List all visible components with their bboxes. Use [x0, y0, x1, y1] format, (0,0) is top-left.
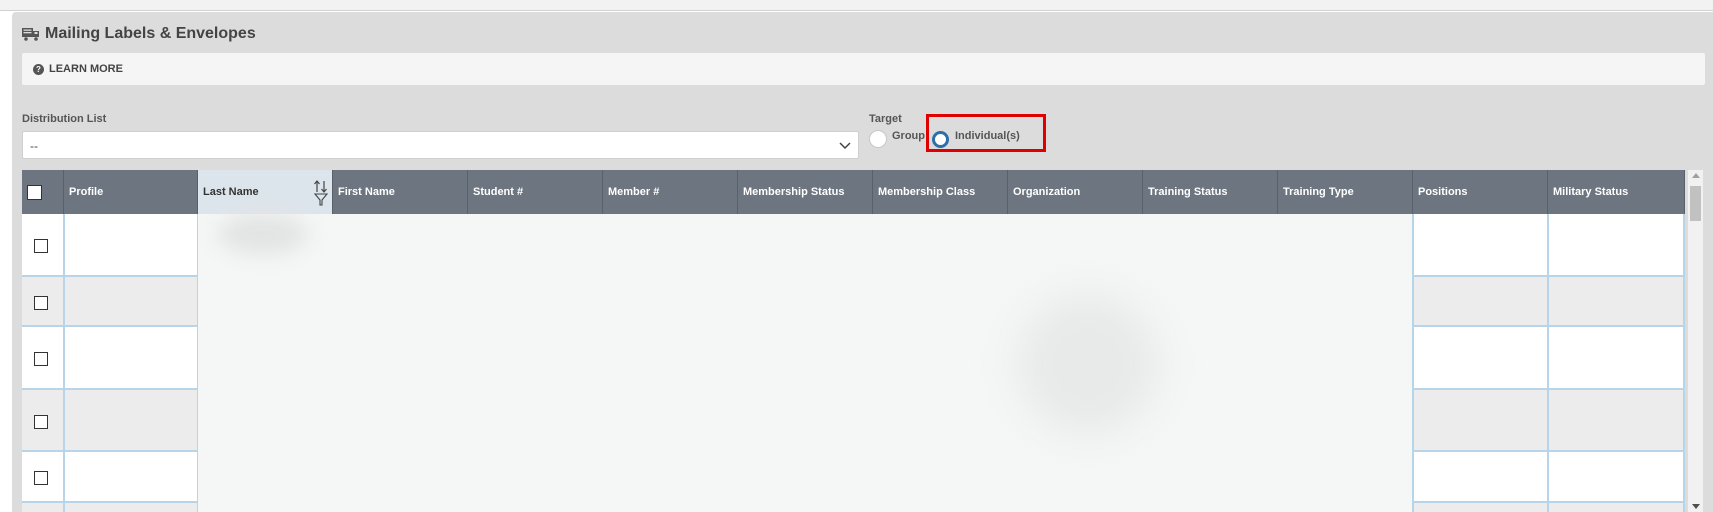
column-header-profile[interactable]: Profile [64, 170, 198, 214]
row-checkbox[interactable] [34, 296, 48, 310]
scroll-up-arrow-icon[interactable] [1692, 173, 1700, 178]
grid-scrollbar[interactable] [1687, 170, 1703, 512]
target-label: Target [869, 113, 902, 125]
radio-group-label: Group [892, 130, 925, 142]
blur-spot [1018, 294, 1158, 434]
highlight-box [926, 114, 1046, 152]
column-header-positions[interactable]: Positions [1413, 170, 1548, 214]
column-header-organization[interactable]: Organization [1008, 170, 1143, 214]
column-header-membership-status[interactable]: Membership Status [738, 170, 873, 214]
column-divider [63, 214, 65, 512]
row-checkbox[interactable] [34, 239, 48, 253]
chevron-down-icon [839, 142, 851, 150]
column-header-first-name[interactable]: First Name [333, 170, 468, 214]
row-checkbox[interactable] [34, 415, 48, 429]
page-title-text: Mailing Labels & Envelopes [45, 25, 256, 42]
scroll-down-arrow-icon[interactable] [1692, 504, 1700, 509]
redacted-content-area [198, 214, 1412, 512]
row-checkbox[interactable] [34, 352, 48, 366]
learn-more-bar[interactable]: ? LEARN MORE [22, 53, 1705, 85]
column-header-training-type[interactable]: Training Type [1278, 170, 1413, 214]
distribution-list-select[interactable]: -- [22, 131, 859, 159]
row-checkbox[interactable] [34, 471, 48, 485]
mail-truck-icon [22, 27, 40, 41]
sort-filter-icon[interactable] [313, 179, 329, 207]
scrollbar-thumb[interactable] [1690, 186, 1701, 221]
distribution-list-label: Distribution List [22, 113, 107, 125]
column-divider [1547, 214, 1549, 512]
column-header-last-name-label: Last Name [203, 186, 259, 198]
page-title: Mailing Labels & Envelopes [22, 23, 256, 45]
column-divider [1683, 214, 1685, 512]
members-grid: Profile Last Name First Name Student # M… [22, 170, 1685, 512]
select-all-checkbox[interactable] [27, 185, 42, 200]
column-header-student-number[interactable]: Student # [468, 170, 603, 214]
column-header-last-name[interactable]: Last Name [198, 170, 333, 214]
column-divider [1412, 214, 1414, 512]
select-all-header [22, 170, 64, 214]
learn-more-link[interactable]: LEARN MORE [49, 63, 123, 75]
radio-group[interactable] [869, 130, 887, 148]
column-header-member-number[interactable]: Member # [603, 170, 738, 214]
top-strip [0, 0, 1713, 11]
grid-header: Profile Last Name First Name Student # M… [22, 170, 1685, 214]
help-icon: ? [33, 63, 44, 75]
column-header-membership-class[interactable]: Membership Class [873, 170, 1008, 214]
distribution-list-value: -- [30, 139, 38, 153]
column-header-military-status[interactable]: Military Status [1548, 170, 1685, 214]
blur-spot [218, 214, 308, 254]
column-header-training-status[interactable]: Training Status [1143, 170, 1278, 214]
